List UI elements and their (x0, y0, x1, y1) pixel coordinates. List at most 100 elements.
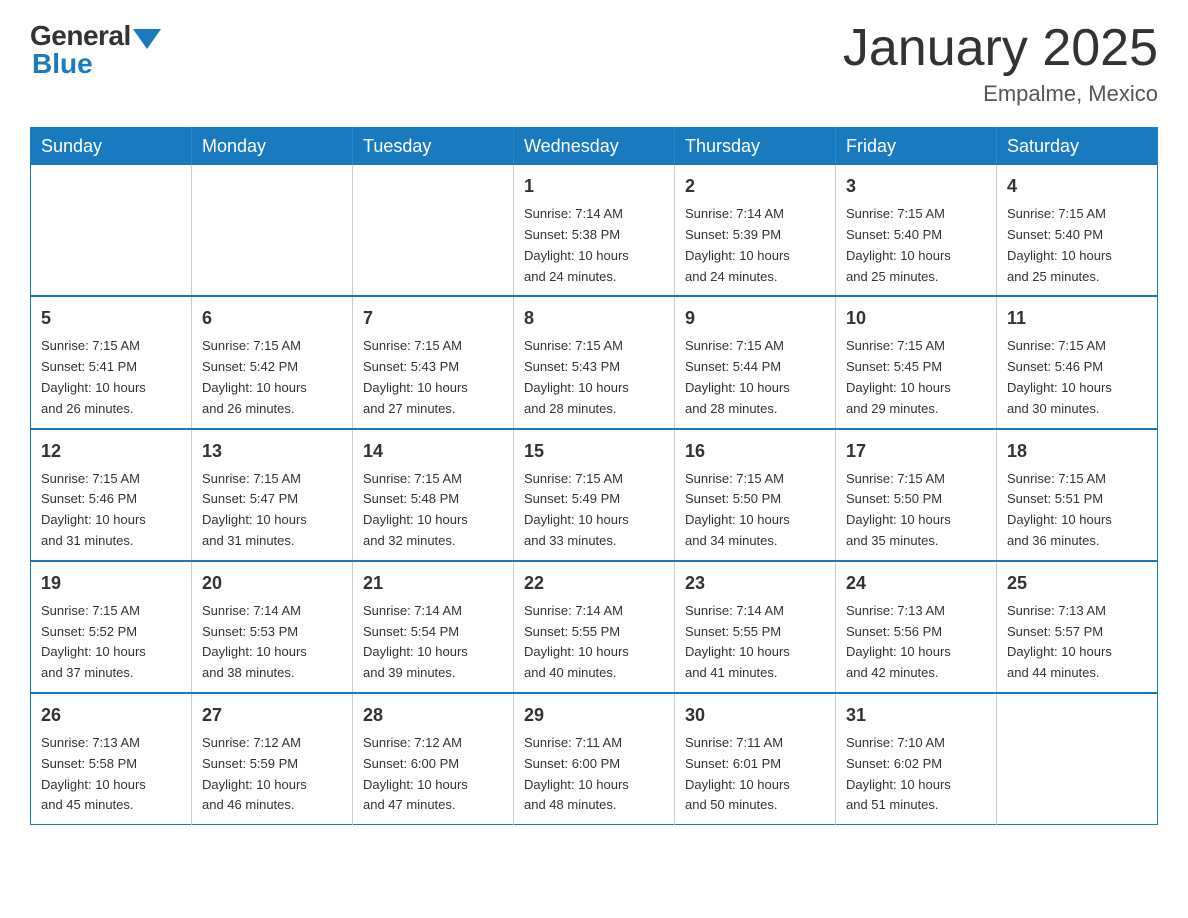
day-number: 4 (1007, 173, 1147, 200)
day-number: 28 (363, 702, 503, 729)
day-info: Sunrise: 7:14 AM Sunset: 5:55 PM Dayligh… (685, 601, 825, 684)
day-number: 14 (363, 438, 503, 465)
calendar-cell (997, 693, 1158, 825)
day-info: Sunrise: 7:15 AM Sunset: 5:50 PM Dayligh… (685, 469, 825, 552)
day-number: 15 (524, 438, 664, 465)
calendar-cell: 10 Sunrise: 7:15 AM Sunset: 5:45 PM Dayli… (836, 296, 997, 428)
calendar-cell (353, 165, 514, 296)
calendar-header-row: SundayMondayTuesdayWednesdayThursdayFrid… (31, 128, 1158, 166)
day-number: 6 (202, 305, 342, 332)
calendar-day-header: Wednesday (514, 128, 675, 166)
calendar-day-header: Sunday (31, 128, 192, 166)
day-number: 2 (685, 173, 825, 200)
day-number: 26 (41, 702, 181, 729)
day-info: Sunrise: 7:13 AM Sunset: 5:58 PM Dayligh… (41, 733, 181, 816)
calendar-cell: 16Sunrise: 7:15 AM Sunset: 5:50 PM Dayli… (675, 429, 836, 561)
day-number: 30 (685, 702, 825, 729)
calendar-cell: 7 Sunrise: 7:15 AM Sunset: 5:43 PM Daylig… (353, 296, 514, 428)
day-info: Sunrise: 7:15 AM Sunset: 5:52 PM Dayligh… (41, 601, 181, 684)
calendar-cell: 4 Sunrise: 7:15 AM Sunset: 5:40 PM Daylig… (997, 165, 1158, 296)
month-title: January 2025 (843, 20, 1158, 77)
day-number: 31 (846, 702, 986, 729)
calendar-week-row: 26 Sunrise: 7:13 AM Sunset: 5:58 PM Dayli… (31, 693, 1158, 825)
day-number: 9 (685, 305, 825, 332)
day-info: Sunrise: 7:11 AM Sunset: 6:01 PM Dayligh… (685, 733, 825, 816)
logo-blue-text: Blue (32, 48, 93, 80)
day-info: Sunrise: 7:15 AM Sunset: 5:46 PM Dayligh… (41, 469, 181, 552)
day-number: 7 (363, 305, 503, 332)
day-number: 5 (41, 305, 181, 332)
day-info: Sunrise: 7:10 AM Sunset: 6:02 PM Dayligh… (846, 733, 986, 816)
calendar-cell: 31 Sunrise: 7:10 AM Sunset: 6:02 PM Dayli… (836, 693, 997, 825)
day-info: Sunrise: 7:13 AM Sunset: 5:56 PM Dayligh… (846, 601, 986, 684)
day-info: Sunrise: 7:15 AM Sunset: 5:40 PM Dayligh… (1007, 204, 1147, 287)
calendar-cell: 12 Sunrise: 7:15 AM Sunset: 5:46 PM Dayli… (31, 429, 192, 561)
day-info: Sunrise: 7:14 AM Sunset: 5:53 PM Dayligh… (202, 601, 342, 684)
calendar-cell: 9 Sunrise: 7:15 AM Sunset: 5:44 PM Daylig… (675, 296, 836, 428)
calendar-cell: 8 Sunrise: 7:15 AM Sunset: 5:43 PM Daylig… (514, 296, 675, 428)
calendar-cell: 23 Sunrise: 7:14 AM Sunset: 5:55 PM Dayli… (675, 561, 836, 693)
logo: General Blue (30, 20, 161, 80)
calendar-cell: 19 Sunrise: 7:15 AM Sunset: 5:52 PM Dayli… (31, 561, 192, 693)
day-info: Sunrise: 7:15 AM Sunset: 5:40 PM Dayligh… (846, 204, 986, 287)
calendar-cell: 5 Sunrise: 7:15 AM Sunset: 5:41 PM Daylig… (31, 296, 192, 428)
day-info: Sunrise: 7:15 AM Sunset: 5:44 PM Dayligh… (685, 336, 825, 419)
day-info: Sunrise: 7:12 AM Sunset: 6:00 PM Dayligh… (363, 733, 503, 816)
calendar-cell: 1 Sunrise: 7:14 AM Sunset: 5:38 PM Daylig… (514, 165, 675, 296)
day-number: 8 (524, 305, 664, 332)
calendar-week-row: 5 Sunrise: 7:15 AM Sunset: 5:41 PM Daylig… (31, 296, 1158, 428)
calendar-cell: 24 Sunrise: 7:13 AM Sunset: 5:56 PM Dayli… (836, 561, 997, 693)
day-number: 24 (846, 570, 986, 597)
calendar-day-header: Monday (192, 128, 353, 166)
calendar-cell: 28 Sunrise: 7:12 AM Sunset: 6:00 PM Dayli… (353, 693, 514, 825)
day-info: Sunrise: 7:12 AM Sunset: 5:59 PM Dayligh… (202, 733, 342, 816)
day-info: Sunrise: 7:15 AM Sunset: 5:47 PM Dayligh… (202, 469, 342, 552)
calendar-cell: 14Sunrise: 7:15 AM Sunset: 5:48 PM Dayli… (353, 429, 514, 561)
day-info: Sunrise: 7:15 AM Sunset: 5:43 PM Dayligh… (524, 336, 664, 419)
day-number: 18 (1007, 438, 1147, 465)
calendar-cell: 2Sunrise: 7:14 AM Sunset: 5:39 PM Daylig… (675, 165, 836, 296)
day-info: Sunrise: 7:15 AM Sunset: 5:43 PM Dayligh… (363, 336, 503, 419)
day-number: 19 (41, 570, 181, 597)
calendar-cell: 17Sunrise: 7:15 AM Sunset: 5:50 PM Dayli… (836, 429, 997, 561)
logo-triangle-icon (133, 29, 161, 49)
day-info: Sunrise: 7:15 AM Sunset: 5:42 PM Dayligh… (202, 336, 342, 419)
day-info: Sunrise: 7:14 AM Sunset: 5:55 PM Dayligh… (524, 601, 664, 684)
day-info: Sunrise: 7:11 AM Sunset: 6:00 PM Dayligh… (524, 733, 664, 816)
day-info: Sunrise: 7:13 AM Sunset: 5:57 PM Dayligh… (1007, 601, 1147, 684)
calendar-week-row: 19 Sunrise: 7:15 AM Sunset: 5:52 PM Dayli… (31, 561, 1158, 693)
day-number: 25 (1007, 570, 1147, 597)
location-text: Empalme, Mexico (843, 81, 1158, 107)
day-info: Sunrise: 7:15 AM Sunset: 5:45 PM Dayligh… (846, 336, 986, 419)
calendar-cell: 3Sunrise: 7:15 AM Sunset: 5:40 PM Daylig… (836, 165, 997, 296)
day-number: 22 (524, 570, 664, 597)
calendar-cell: 11Sunrise: 7:15 AM Sunset: 5:46 PM Dayli… (997, 296, 1158, 428)
day-number: 20 (202, 570, 342, 597)
page-header: General Blue January 2025 Empalme, Mexic… (30, 20, 1158, 107)
day-info: Sunrise: 7:15 AM Sunset: 5:46 PM Dayligh… (1007, 336, 1147, 419)
day-number: 27 (202, 702, 342, 729)
calendar-cell: 21Sunrise: 7:14 AM Sunset: 5:54 PM Dayli… (353, 561, 514, 693)
calendar-day-header: Thursday (675, 128, 836, 166)
day-info: Sunrise: 7:15 AM Sunset: 5:51 PM Dayligh… (1007, 469, 1147, 552)
title-area: January 2025 Empalme, Mexico (843, 20, 1158, 107)
day-info: Sunrise: 7:14 AM Sunset: 5:38 PM Dayligh… (524, 204, 664, 287)
calendar-cell (31, 165, 192, 296)
calendar-cell: 29Sunrise: 7:11 AM Sunset: 6:00 PM Dayli… (514, 693, 675, 825)
calendar-cell: 20 Sunrise: 7:14 AM Sunset: 5:53 PM Dayli… (192, 561, 353, 693)
day-info: Sunrise: 7:14 AM Sunset: 5:54 PM Dayligh… (363, 601, 503, 684)
calendar-day-header: Saturday (997, 128, 1158, 166)
day-info: Sunrise: 7:15 AM Sunset: 5:50 PM Dayligh… (846, 469, 986, 552)
day-number: 23 (685, 570, 825, 597)
day-info: Sunrise: 7:15 AM Sunset: 5:41 PM Dayligh… (41, 336, 181, 419)
calendar-cell: 15Sunrise: 7:15 AM Sunset: 5:49 PM Dayli… (514, 429, 675, 561)
calendar-day-header: Friday (836, 128, 997, 166)
calendar-cell: 30 Sunrise: 7:11 AM Sunset: 6:01 PM Dayli… (675, 693, 836, 825)
calendar-week-row: 1 Sunrise: 7:14 AM Sunset: 5:38 PM Daylig… (31, 165, 1158, 296)
calendar-week-row: 12 Sunrise: 7:15 AM Sunset: 5:46 PM Dayli… (31, 429, 1158, 561)
day-number: 1 (524, 173, 664, 200)
day-number: 12 (41, 438, 181, 465)
calendar-cell: 26 Sunrise: 7:13 AM Sunset: 5:58 PM Dayli… (31, 693, 192, 825)
calendar-cell: 27 Sunrise: 7:12 AM Sunset: 5:59 PM Dayli… (192, 693, 353, 825)
day-number: 10 (846, 305, 986, 332)
